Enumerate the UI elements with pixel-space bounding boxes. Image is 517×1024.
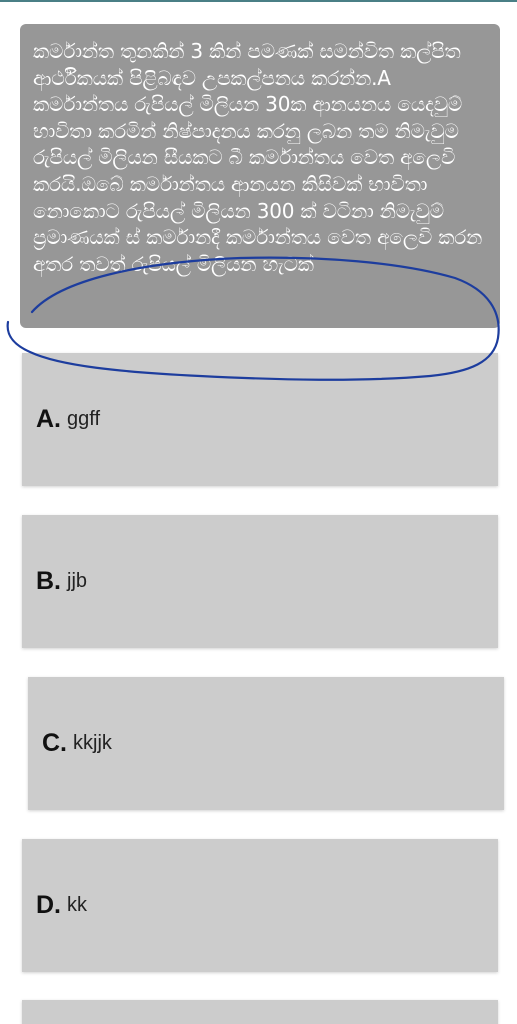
option-letter: B. (36, 567, 61, 595)
option-c[interactable]: C. kkjjk (28, 677, 504, 810)
option-letter: A. (36, 405, 61, 433)
question-card: කර්මාන්ත තුනකින් 3 කින් පමණක් සමන්විත කල… (20, 24, 500, 328)
question-text: කර්මාන්ත තුනකින් 3 කින් පමණක් සමන්විත කල… (33, 39, 483, 276)
option-d[interactable]: D. kk (22, 839, 498, 972)
option-a[interactable]: A. ggff (22, 353, 498, 486)
option-text: ggff (67, 408, 100, 430)
option-text: kkjjk (73, 732, 112, 754)
quiz-page: කර්මාන්ත තුනකින් 3 කින් පමණක් සමන්විත කල… (0, 0, 517, 1024)
option-e-partial[interactable] (22, 1000, 498, 1024)
option-letter: C. (42, 729, 67, 757)
option-b[interactable]: B. jjb (22, 515, 498, 648)
top-divider (0, 0, 517, 2)
option-letter: D. (36, 891, 61, 919)
option-text: kk (67, 894, 87, 916)
option-text: jjb (67, 570, 88, 592)
